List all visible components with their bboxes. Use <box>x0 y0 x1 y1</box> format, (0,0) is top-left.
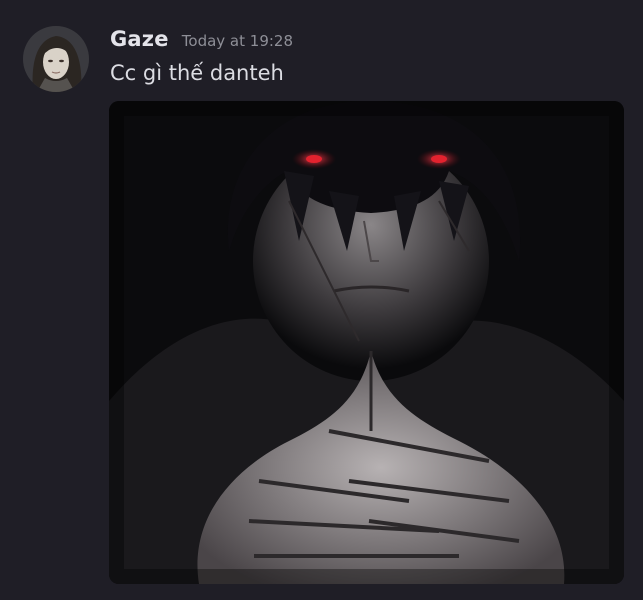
message-text: Cc gì thế danteh <box>110 61 284 85</box>
avatar-portrait-icon <box>23 26 89 92</box>
image-attachment[interactable] <box>109 101 624 584</box>
message-header: Gaze Today at 19:28 <box>110 27 293 57</box>
user-avatar[interactable] <box>23 26 89 92</box>
username[interactable]: Gaze <box>110 27 169 51</box>
chat-message: Gaze Today at 19:28 Cc gì thế danteh <box>0 0 643 600</box>
anime-character-image-icon <box>109 101 624 584</box>
message-timestamp: Today at 19:28 <box>181 32 293 50</box>
